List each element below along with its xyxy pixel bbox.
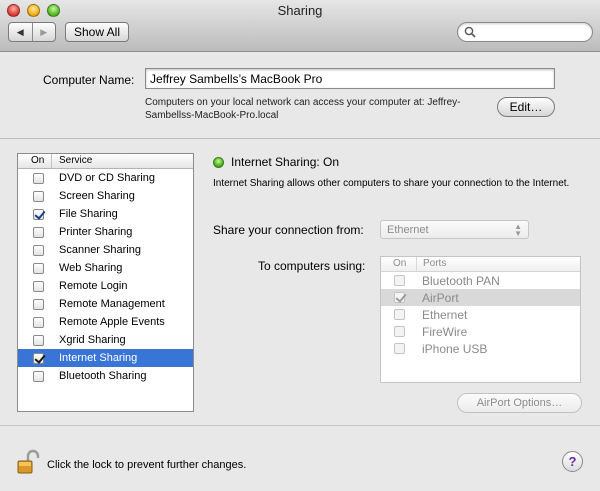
computer-name-input[interactable]: Jeffrey Sambells’s MacBook Pro bbox=[145, 68, 555, 89]
computer-name-label: Computer Name: bbox=[43, 73, 135, 87]
forward-arrow-icon: ▶ bbox=[40, 26, 48, 37]
computer-address-description: Computers on your local network can acce… bbox=[145, 97, 461, 121]
airport-options-button[interactable]: AirPort Options… bbox=[457, 393, 582, 413]
port-checkbox bbox=[394, 326, 405, 337]
service-row[interactable]: Internet Sharing bbox=[18, 349, 193, 367]
service-row[interactable]: Scanner Sharing bbox=[18, 241, 193, 259]
service-row[interactable]: Web Sharing bbox=[18, 259, 193, 277]
service-description: Internet Sharing allows other computers … bbox=[213, 178, 570, 189]
port-row: iPhone USB bbox=[381, 340, 580, 357]
back-arrow-icon: ◀ bbox=[16, 26, 24, 37]
service-checkbox[interactable] bbox=[33, 172, 44, 184]
service-row[interactable]: Printer Sharing bbox=[18, 223, 193, 241]
port-checkbox bbox=[394, 343, 405, 354]
service-label: Remote Login bbox=[59, 280, 128, 292]
share-from-popup[interactable]: Ethernet ▲ ▼ bbox=[380, 220, 529, 239]
footer: Click the lock to prevent further change… bbox=[0, 425, 600, 491]
port-checkbox bbox=[394, 275, 405, 286]
share-from-label: Share your connection from: bbox=[213, 223, 364, 237]
on-column-header[interactable]: On bbox=[18, 154, 52, 168]
service-status-text: Internet Sharing: On bbox=[231, 155, 340, 169]
sharing-window: Sharing ◀ ▶ Show All Computer Name: Jeff… bbox=[0, 0, 600, 491]
service-label: Bluetooth Sharing bbox=[59, 370, 147, 382]
edit-button[interactable]: Edit… bbox=[497, 97, 555, 117]
service-checkbox[interactable] bbox=[33, 190, 44, 202]
service-rows: DVD or CD Sharing Screen Sharing File Shar… bbox=[18, 169, 193, 385]
service-checkbox[interactable] bbox=[33, 280, 44, 292]
show-all-button[interactable]: Show All bbox=[65, 22, 129, 42]
service-checkbox[interactable] bbox=[33, 208, 44, 220]
back-button[interactable]: ◀ bbox=[9, 23, 33, 41]
service-label: DVD or CD Sharing bbox=[59, 172, 155, 184]
port-row: FireWire bbox=[381, 323, 580, 340]
service-label: Xgrid Sharing bbox=[59, 334, 126, 346]
status-indicator-icon bbox=[213, 157, 224, 168]
service-checkbox[interactable] bbox=[33, 316, 44, 328]
service-row[interactable]: File Sharing bbox=[18, 205, 193, 223]
service-label: Internet Sharing bbox=[59, 352, 138, 364]
service-label: Printer Sharing bbox=[59, 226, 133, 238]
service-row[interactable]: Screen Sharing bbox=[18, 187, 193, 205]
port-label: Bluetooth PAN bbox=[422, 273, 500, 288]
popup-arrows-icon: ▲ ▼ bbox=[514, 222, 522, 238]
service-row[interactable]: Bluetooth Sharing bbox=[18, 367, 193, 385]
navigation-segmented-control: ◀ ▶ bbox=[8, 22, 56, 42]
port-label: AirPort bbox=[422, 290, 459, 305]
service-checkbox[interactable] bbox=[33, 352, 44, 364]
port-label: iPhone USB bbox=[422, 341, 488, 356]
service-row[interactable]: Xgrid Sharing bbox=[18, 331, 193, 349]
port-checkbox bbox=[394, 309, 405, 320]
to-computers-label: To computers using: bbox=[258, 259, 366, 273]
service-label: Remote Apple Events bbox=[59, 316, 165, 328]
lock-message: Click the lock to prevent further change… bbox=[47, 459, 247, 471]
service-checkbox[interactable] bbox=[33, 334, 44, 346]
help-button[interactable]: ? bbox=[562, 451, 583, 472]
port-row: Bluetooth PAN bbox=[381, 272, 580, 289]
service-list: On Service DVD or CD Sharing Screen Shari… bbox=[17, 153, 194, 412]
service-label: Remote Management bbox=[59, 298, 165, 310]
service-row[interactable]: Remote Management bbox=[18, 295, 193, 313]
port-label: Ethernet bbox=[422, 307, 468, 322]
service-checkbox[interactable] bbox=[33, 244, 44, 256]
service-checkbox[interactable] bbox=[33, 226, 44, 238]
ports-column-header[interactable]: Ports bbox=[417, 257, 446, 271]
forward-button[interactable]: ▶ bbox=[33, 23, 56, 41]
service-checkbox[interactable] bbox=[33, 298, 44, 310]
magnifier-icon bbox=[464, 26, 476, 38]
port-row: AirPort bbox=[381, 289, 580, 306]
service-column-header[interactable]: Service bbox=[52, 154, 92, 168]
service-checkbox[interactable] bbox=[33, 370, 44, 382]
ports-list-header: On Ports bbox=[381, 257, 580, 272]
service-row[interactable]: DVD or CD Sharing bbox=[18, 169, 193, 187]
port-row: Ethernet bbox=[381, 306, 580, 323]
service-row[interactable]: Remote Apple Events bbox=[18, 313, 193, 331]
unlocked-padlock-icon[interactable] bbox=[15, 449, 41, 478]
toolbar: Sharing ◀ ▶ Show All bbox=[0, 0, 600, 52]
port-checkbox bbox=[394, 292, 405, 303]
port-rows: Bluetooth PAN AirPort Ethernet FireWire iPho… bbox=[381, 272, 580, 357]
service-label: File Sharing bbox=[59, 208, 118, 220]
service-label: Screen Sharing bbox=[59, 190, 135, 202]
ports-list: On Ports Bluetooth PAN AirPort Ethernet Fir… bbox=[380, 256, 581, 383]
window-title: Sharing bbox=[277, 3, 323, 18]
ports-on-column-header[interactable]: On bbox=[381, 257, 417, 271]
service-label: Web Sharing bbox=[59, 262, 123, 274]
share-from-value: Ethernet bbox=[387, 224, 429, 236]
port-label: FireWire bbox=[422, 324, 468, 339]
service-row[interactable]: Remote Login bbox=[18, 277, 193, 295]
service-list-header: On Service bbox=[18, 154, 193, 169]
service-label: Scanner Sharing bbox=[59, 244, 141, 256]
service-checkbox[interactable] bbox=[33, 262, 44, 274]
computer-name-section: Computer Name: Jeffrey Sambells’s MacBoo… bbox=[0, 53, 600, 139]
search-field[interactable] bbox=[457, 22, 593, 42]
